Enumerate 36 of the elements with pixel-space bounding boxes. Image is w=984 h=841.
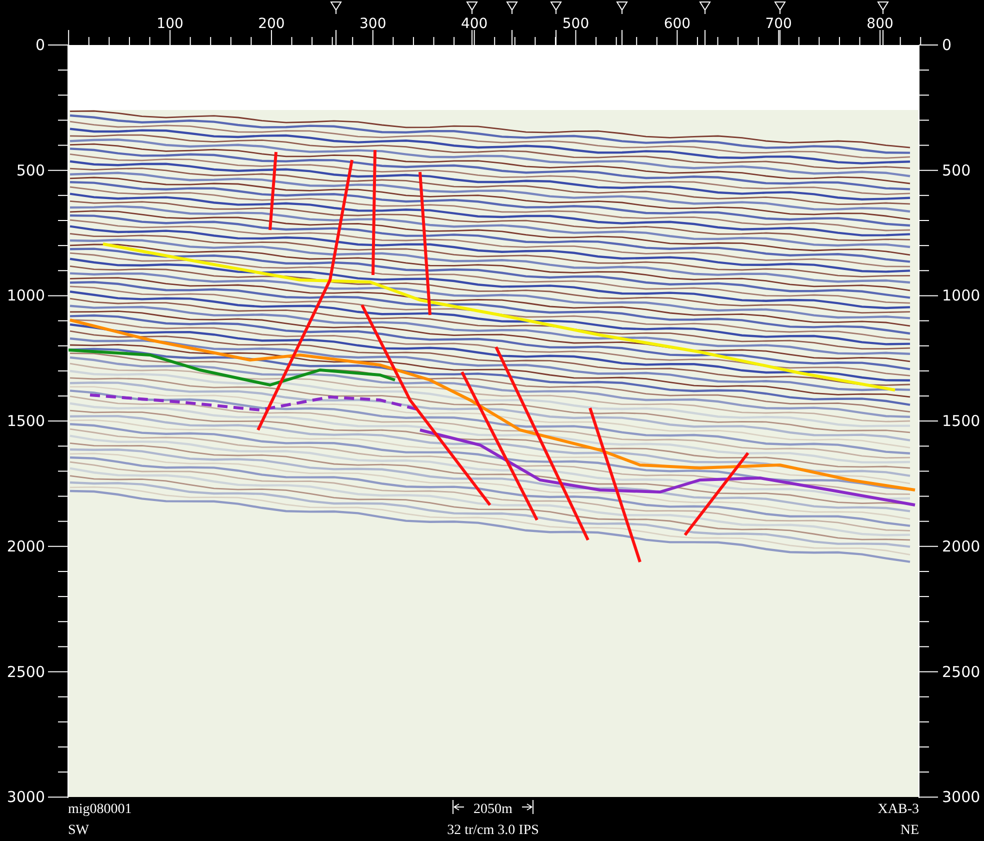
shotpoint-marker-icon (466, 2, 478, 14)
axis-label: 1000 (6, 286, 45, 305)
axis-label: 1500 (6, 412, 45, 430)
axis-label: 2500 (6, 662, 45, 681)
axis-label: 2000 (942, 537, 980, 556)
axis-label: 300 (360, 16, 386, 32)
axis-label: 3000 (942, 788, 980, 806)
axis-label: 100 (156, 16, 184, 32)
well-name: XAB-3 (878, 802, 919, 817)
line-name: mig080001 (68, 802, 132, 817)
axis-label: 1000 (942, 286, 980, 305)
axis-label: 500 (942, 161, 971, 180)
shotpoint-marker-icon (506, 2, 518, 14)
direction-label: SW (68, 823, 89, 838)
axis-label: 400 (460, 16, 488, 32)
axis-label: 2500 (942, 662, 980, 681)
shotpoint-marker-icon (616, 2, 628, 14)
shotpoint-marker-icon (877, 2, 889, 14)
axis-label: 500 (16, 161, 45, 180)
axis-label: 200 (258, 16, 285, 32)
axis-label: 800 (866, 16, 894, 32)
acquisition-parameters: 32 tr/cm 3.0 IPS (447, 823, 539, 838)
axis-label: 700 (765, 16, 792, 32)
direction-label: NE (900, 823, 919, 838)
axis-label: 600 (664, 16, 691, 32)
shotpoint-marker-icon (550, 2, 562, 14)
shotpoint-marker-icon (699, 2, 711, 14)
axis-label: 500 (562, 16, 590, 32)
axis-label: 1500 (942, 412, 980, 430)
shotpoint-marker-icon (330, 2, 342, 14)
shotpoint-marker-icon (774, 2, 786, 14)
axis-label: 0 (35, 36, 45, 54)
axis-label: 2000 (6, 537, 45, 556)
axis-label: 3000 (6, 788, 45, 806)
axis-label: 0 (942, 36, 952, 54)
scale-bar: 2050m (452, 800, 534, 817)
